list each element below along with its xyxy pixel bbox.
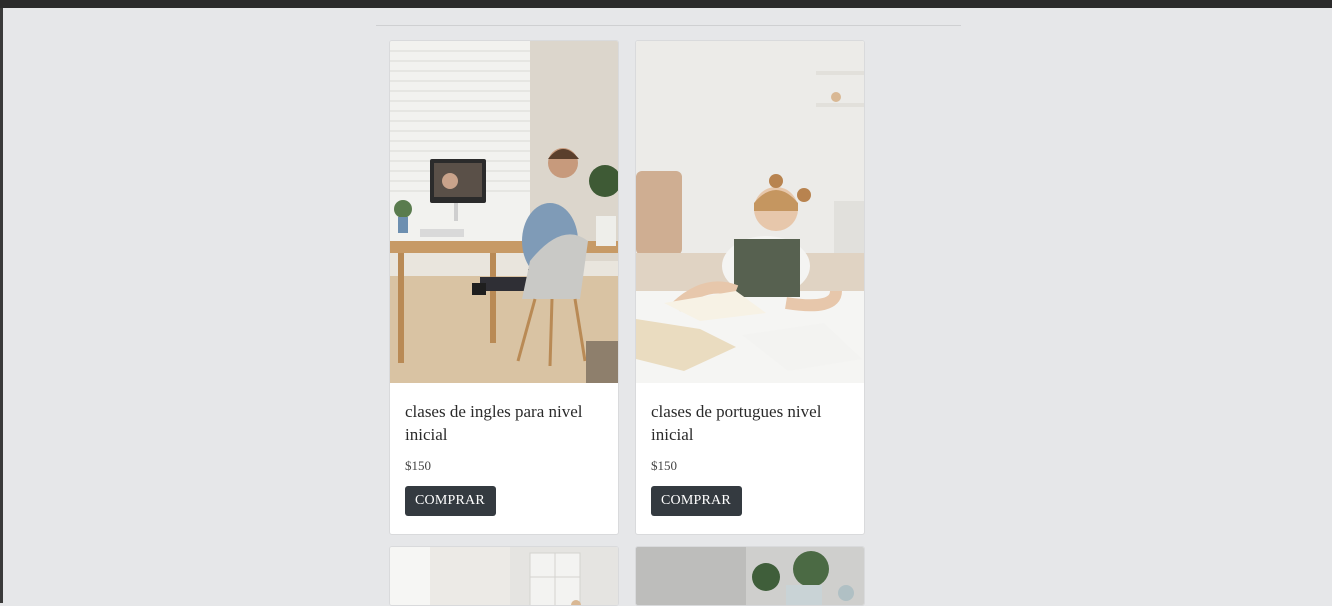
product-grid: clases de ingles para nivel inicial $150… xyxy=(389,40,865,606)
product-price: $150 xyxy=(651,458,677,473)
product-info: clases de ingles para nivel inicial $150… xyxy=(390,383,618,516)
product-image-ingles xyxy=(390,41,618,383)
product-title: clases de ingles para nivel inicial xyxy=(405,402,583,444)
section-divider xyxy=(376,25,961,26)
buy-button[interactable]: COMPRAR xyxy=(651,486,742,516)
product-image-4 xyxy=(636,547,864,605)
window-left-edge xyxy=(0,8,3,603)
product-info: clases de portugues nivel inicial $150 C… xyxy=(636,383,864,516)
product-image-3 xyxy=(390,547,618,605)
buy-button[interactable]: COMPRAR xyxy=(405,486,496,516)
window-top-bar xyxy=(0,0,1332,8)
product-card-ingles: clases de ingles para nivel inicial $150… xyxy=(389,40,619,535)
product-card-portugues: clases de portugues nivel inicial $150 C… xyxy=(635,40,865,535)
product-title: clases de portugues nivel inicial xyxy=(651,402,822,444)
product-image-portugues xyxy=(636,41,864,383)
product-card-4 xyxy=(635,546,865,606)
product-price: $150 xyxy=(405,458,431,473)
product-card-3 xyxy=(389,546,619,606)
